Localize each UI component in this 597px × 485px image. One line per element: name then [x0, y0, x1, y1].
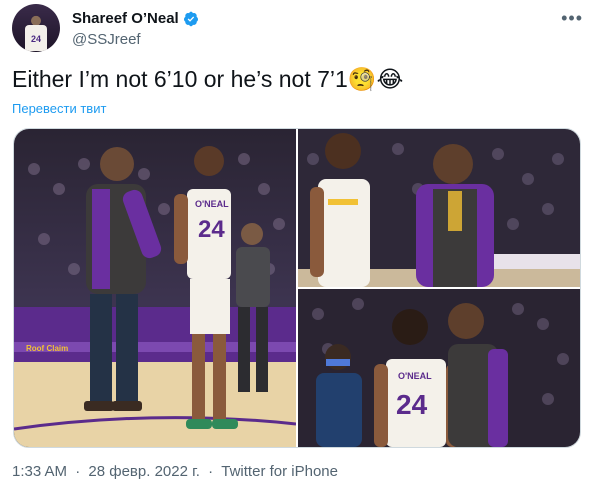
meta-separator: ·: [208, 463, 214, 480]
photo-3-jersey-name: O'NEAL: [398, 371, 432, 381]
translate-tweet-link[interactable]: Перевести твит: [12, 101, 106, 116]
photo-2[interactable]: [298, 129, 580, 287]
author-display-name[interactable]: Shareef O’Neal: [72, 10, 179, 27]
tweet-header: 24 Shareef O’Neal @SSJreef •••: [12, 2, 585, 52]
more-options-icon[interactable]: •••: [561, 8, 583, 29]
photo-1-image: Roof Claim O'NEAL 24: [14, 129, 296, 447]
author-name-row[interactable]: Shareef O’Neal: [72, 10, 199, 27]
author-handle[interactable]: @SSJreef: [72, 31, 141, 48]
photo-1-jersey-number: 24: [198, 216, 225, 243]
media-grid: Roof Claim O'NEAL 24 O'NEAL 24: [13, 128, 581, 448]
photo-2-image: [298, 129, 580, 287]
photo-3-jersey-number: 24: [396, 389, 428, 420]
avatar-jersey: 24: [25, 25, 47, 51]
tweet-text: Either I’m not 6’10 or he’s not 7’1🧐😂: [12, 66, 404, 92]
avatar[interactable]: 24: [12, 4, 60, 52]
photo-3[interactable]: O'NEAL 24: [298, 289, 580, 447]
meta-separator: ·: [75, 463, 81, 480]
photo-1[interactable]: Roof Claim O'NEAL 24: [14, 129, 296, 447]
photo-1-jersey-name: O'NEAL: [195, 199, 229, 209]
tweet-time[interactable]: 1:33 AM: [12, 463, 67, 480]
photo-3-image: O'NEAL 24: [298, 289, 580, 447]
tweet-date[interactable]: 28 февр. 2022 г.: [88, 463, 200, 480]
verified-badge-icon: [183, 11, 198, 26]
tweet-meta: 1:33 AM · 28 февр. 2022 г. · Twitter for…: [12, 463, 338, 480]
tweet-source[interactable]: Twitter for iPhone: [221, 463, 338, 480]
court-sign-text: Roof Claim: [26, 344, 68, 353]
